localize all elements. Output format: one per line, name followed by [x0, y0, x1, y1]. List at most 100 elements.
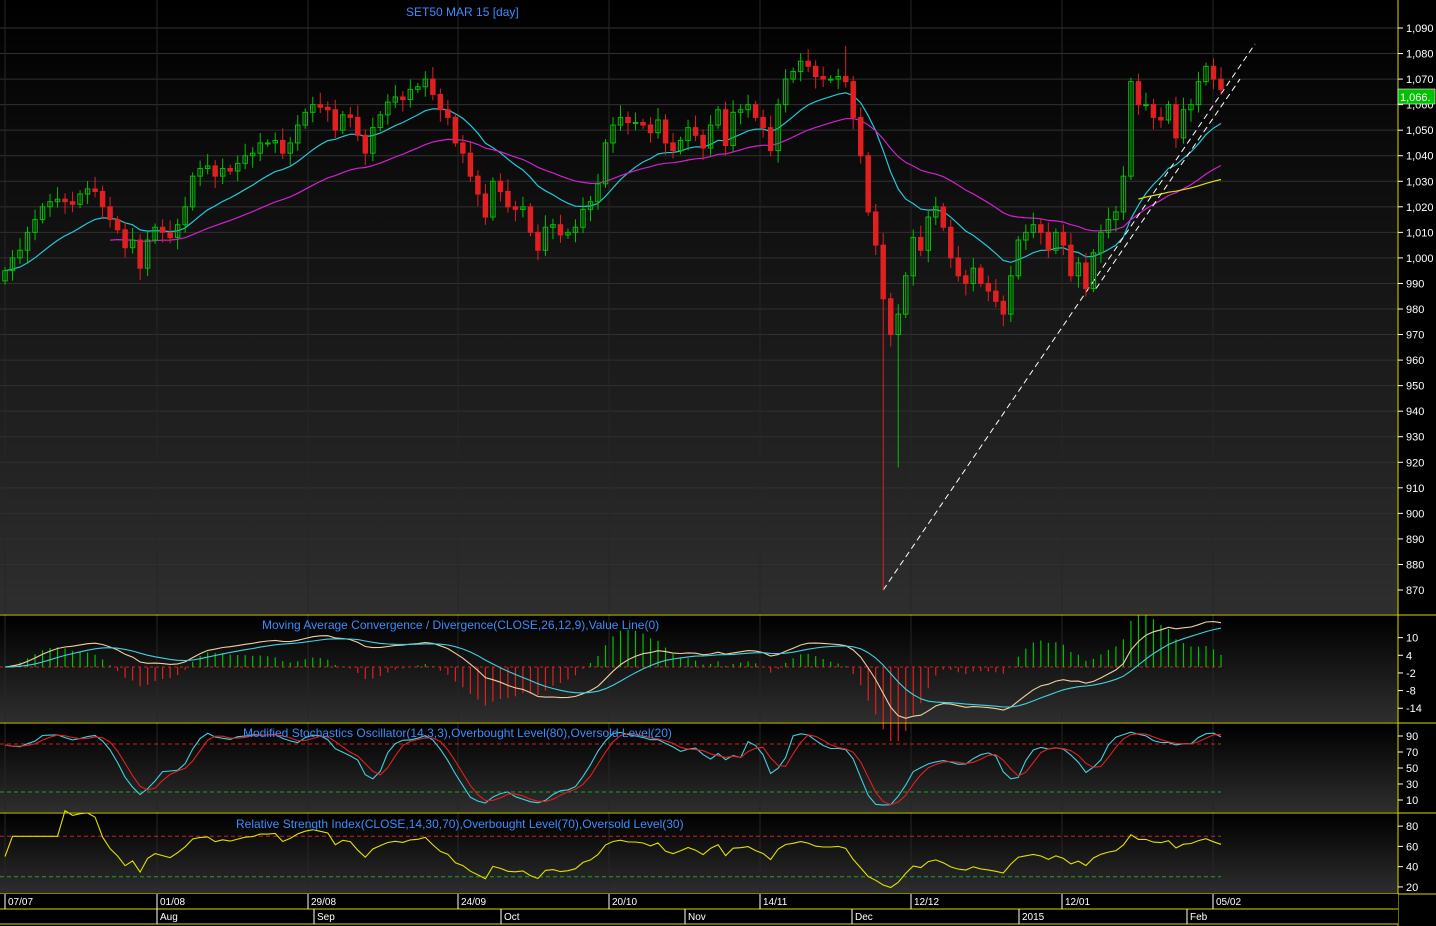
rsi-y-tick-label: 40	[1406, 862, 1418, 874]
candle-body	[722, 109, 729, 147]
stoch-y-tick-label: 90	[1406, 731, 1418, 743]
candle-body	[445, 109, 451, 118]
candle-body	[842, 76, 849, 83]
last-price-label: 1,066.	[1400, 92, 1431, 104]
candle-body	[69, 201, 76, 205]
y-tick-label: 970	[1406, 330, 1424, 342]
candle-body	[332, 109, 339, 131]
x-date-label: 05/02	[1216, 897, 1241, 908]
macd-title: Moving Average Convergence / Divergence(…	[262, 618, 659, 632]
chart-canvas: 07/07 01/08 29/08 24/09 20/10 14/11 12/1…	[0, 0, 1436, 926]
candle-body	[632, 122, 639, 125]
candle-body	[325, 106, 331, 111]
candle-body	[805, 60, 811, 67]
candle-body	[1173, 104, 1179, 139]
candle-body	[482, 193, 489, 218]
x-date-label: 01/08	[160, 897, 185, 908]
candle-body	[557, 224, 564, 236]
main-panel	[0, 0, 1398, 614]
candle-body	[963, 275, 969, 284]
y-tick-label: 1,020	[1406, 202, 1434, 214]
candle-body	[137, 239, 143, 269]
candle-body	[535, 231, 541, 251]
rsi-y-tick-label: 60	[1406, 841, 1418, 853]
x-month-label: Oct	[504, 912, 520, 923]
y-tick-label: 1,030	[1406, 176, 1434, 188]
candle-body	[918, 236, 924, 251]
macd-y-tick-label: -14	[1406, 703, 1422, 715]
candle-body	[752, 104, 759, 118]
candle-body	[993, 290, 999, 302]
candle-body	[955, 257, 962, 277]
macd-y-tick-label: 4	[1406, 650, 1412, 662]
rsi-y-tick-label: 80	[1406, 821, 1418, 833]
x-month-label: Feb	[1190, 912, 1208, 923]
y-tick-label: 910	[1406, 483, 1424, 495]
rsi-title: Relative Strength Index(CLOSE,14,30,70),…	[236, 817, 684, 831]
x-date-label: 07/07	[8, 897, 33, 908]
candle-body	[865, 155, 871, 213]
candle-body	[1143, 104, 1149, 107]
candle-body	[767, 127, 774, 152]
y-tick-label: 1,000	[1406, 253, 1434, 265]
x-date-label: 20/10	[612, 897, 637, 908]
macd-y-tick-label: 10	[1406, 633, 1418, 645]
candle-body	[460, 142, 466, 154]
candle-body	[1083, 262, 1089, 290]
x-month-label: Sep	[317, 912, 335, 923]
y-tick-label: 880	[1406, 559, 1424, 571]
rsi-y-tick-label: 20	[1406, 882, 1418, 894]
candle-body	[1158, 116, 1164, 121]
candle-body	[1150, 104, 1157, 118]
stoch-y-tick-label: 30	[1406, 779, 1418, 791]
candle-body	[625, 116, 631, 124]
candle-body	[279, 139, 286, 154]
x-axis-date-row	[0, 894, 1398, 909]
stoch-y-tick-label: 70	[1406, 747, 1418, 759]
candle-body	[227, 168, 233, 172]
macd-panel	[0, 616, 1398, 722]
stoch-y-tick-label: 50	[1406, 763, 1418, 775]
x-month-label: Dec	[855, 912, 873, 923]
candle-body	[505, 190, 511, 208]
y-tick-label: 890	[1406, 534, 1424, 546]
x-month-label: Nov	[688, 912, 706, 923]
candle-body	[670, 142, 676, 152]
candle-body	[167, 231, 173, 238]
stoch-panel	[0, 724, 1398, 812]
x-date-label: 12/12	[914, 897, 939, 908]
candle-body	[467, 152, 474, 177]
candle-body	[1060, 231, 1067, 246]
rsi-panel	[0, 814, 1398, 894]
candle-body	[92, 188, 98, 192]
candle-body	[850, 81, 856, 118]
y-tick-label: 1,090	[1406, 23, 1434, 35]
y-tick-label: 900	[1406, 508, 1424, 520]
candle-body	[264, 142, 271, 145]
x-month-label: 2015	[1022, 912, 1045, 923]
y-tick-label: 1,080	[1406, 49, 1434, 61]
candle-body	[700, 134, 706, 149]
y-tick-label: 1,070	[1406, 74, 1434, 86]
candle-body	[948, 226, 954, 259]
candle-body	[437, 93, 444, 111]
candle-body	[1000, 300, 1007, 315]
candle-body	[475, 175, 481, 195]
candle-body	[940, 206, 947, 228]
candle-body	[527, 206, 534, 233]
y-tick-label: 920	[1406, 457, 1424, 469]
candle-body	[317, 104, 323, 108]
candle-body	[857, 116, 864, 157]
candle-body	[1038, 224, 1044, 233]
candle-body	[872, 211, 879, 246]
candle-body	[760, 116, 766, 129]
last-price-badge: 1,066.	[1397, 88, 1436, 105]
candle-body	[512, 206, 519, 210]
y-tick-label: 1,040	[1406, 151, 1434, 163]
stoch-title: Modified Stochastics Oscillator(14,3,3),…	[243, 726, 672, 740]
stoch-y-tick-label: 10	[1406, 795, 1418, 807]
y-tick-label: 870	[1406, 585, 1424, 597]
candle-body	[978, 267, 984, 284]
y-tick-label: 990	[1406, 278, 1424, 290]
x-date-label: 29/08	[311, 897, 336, 908]
